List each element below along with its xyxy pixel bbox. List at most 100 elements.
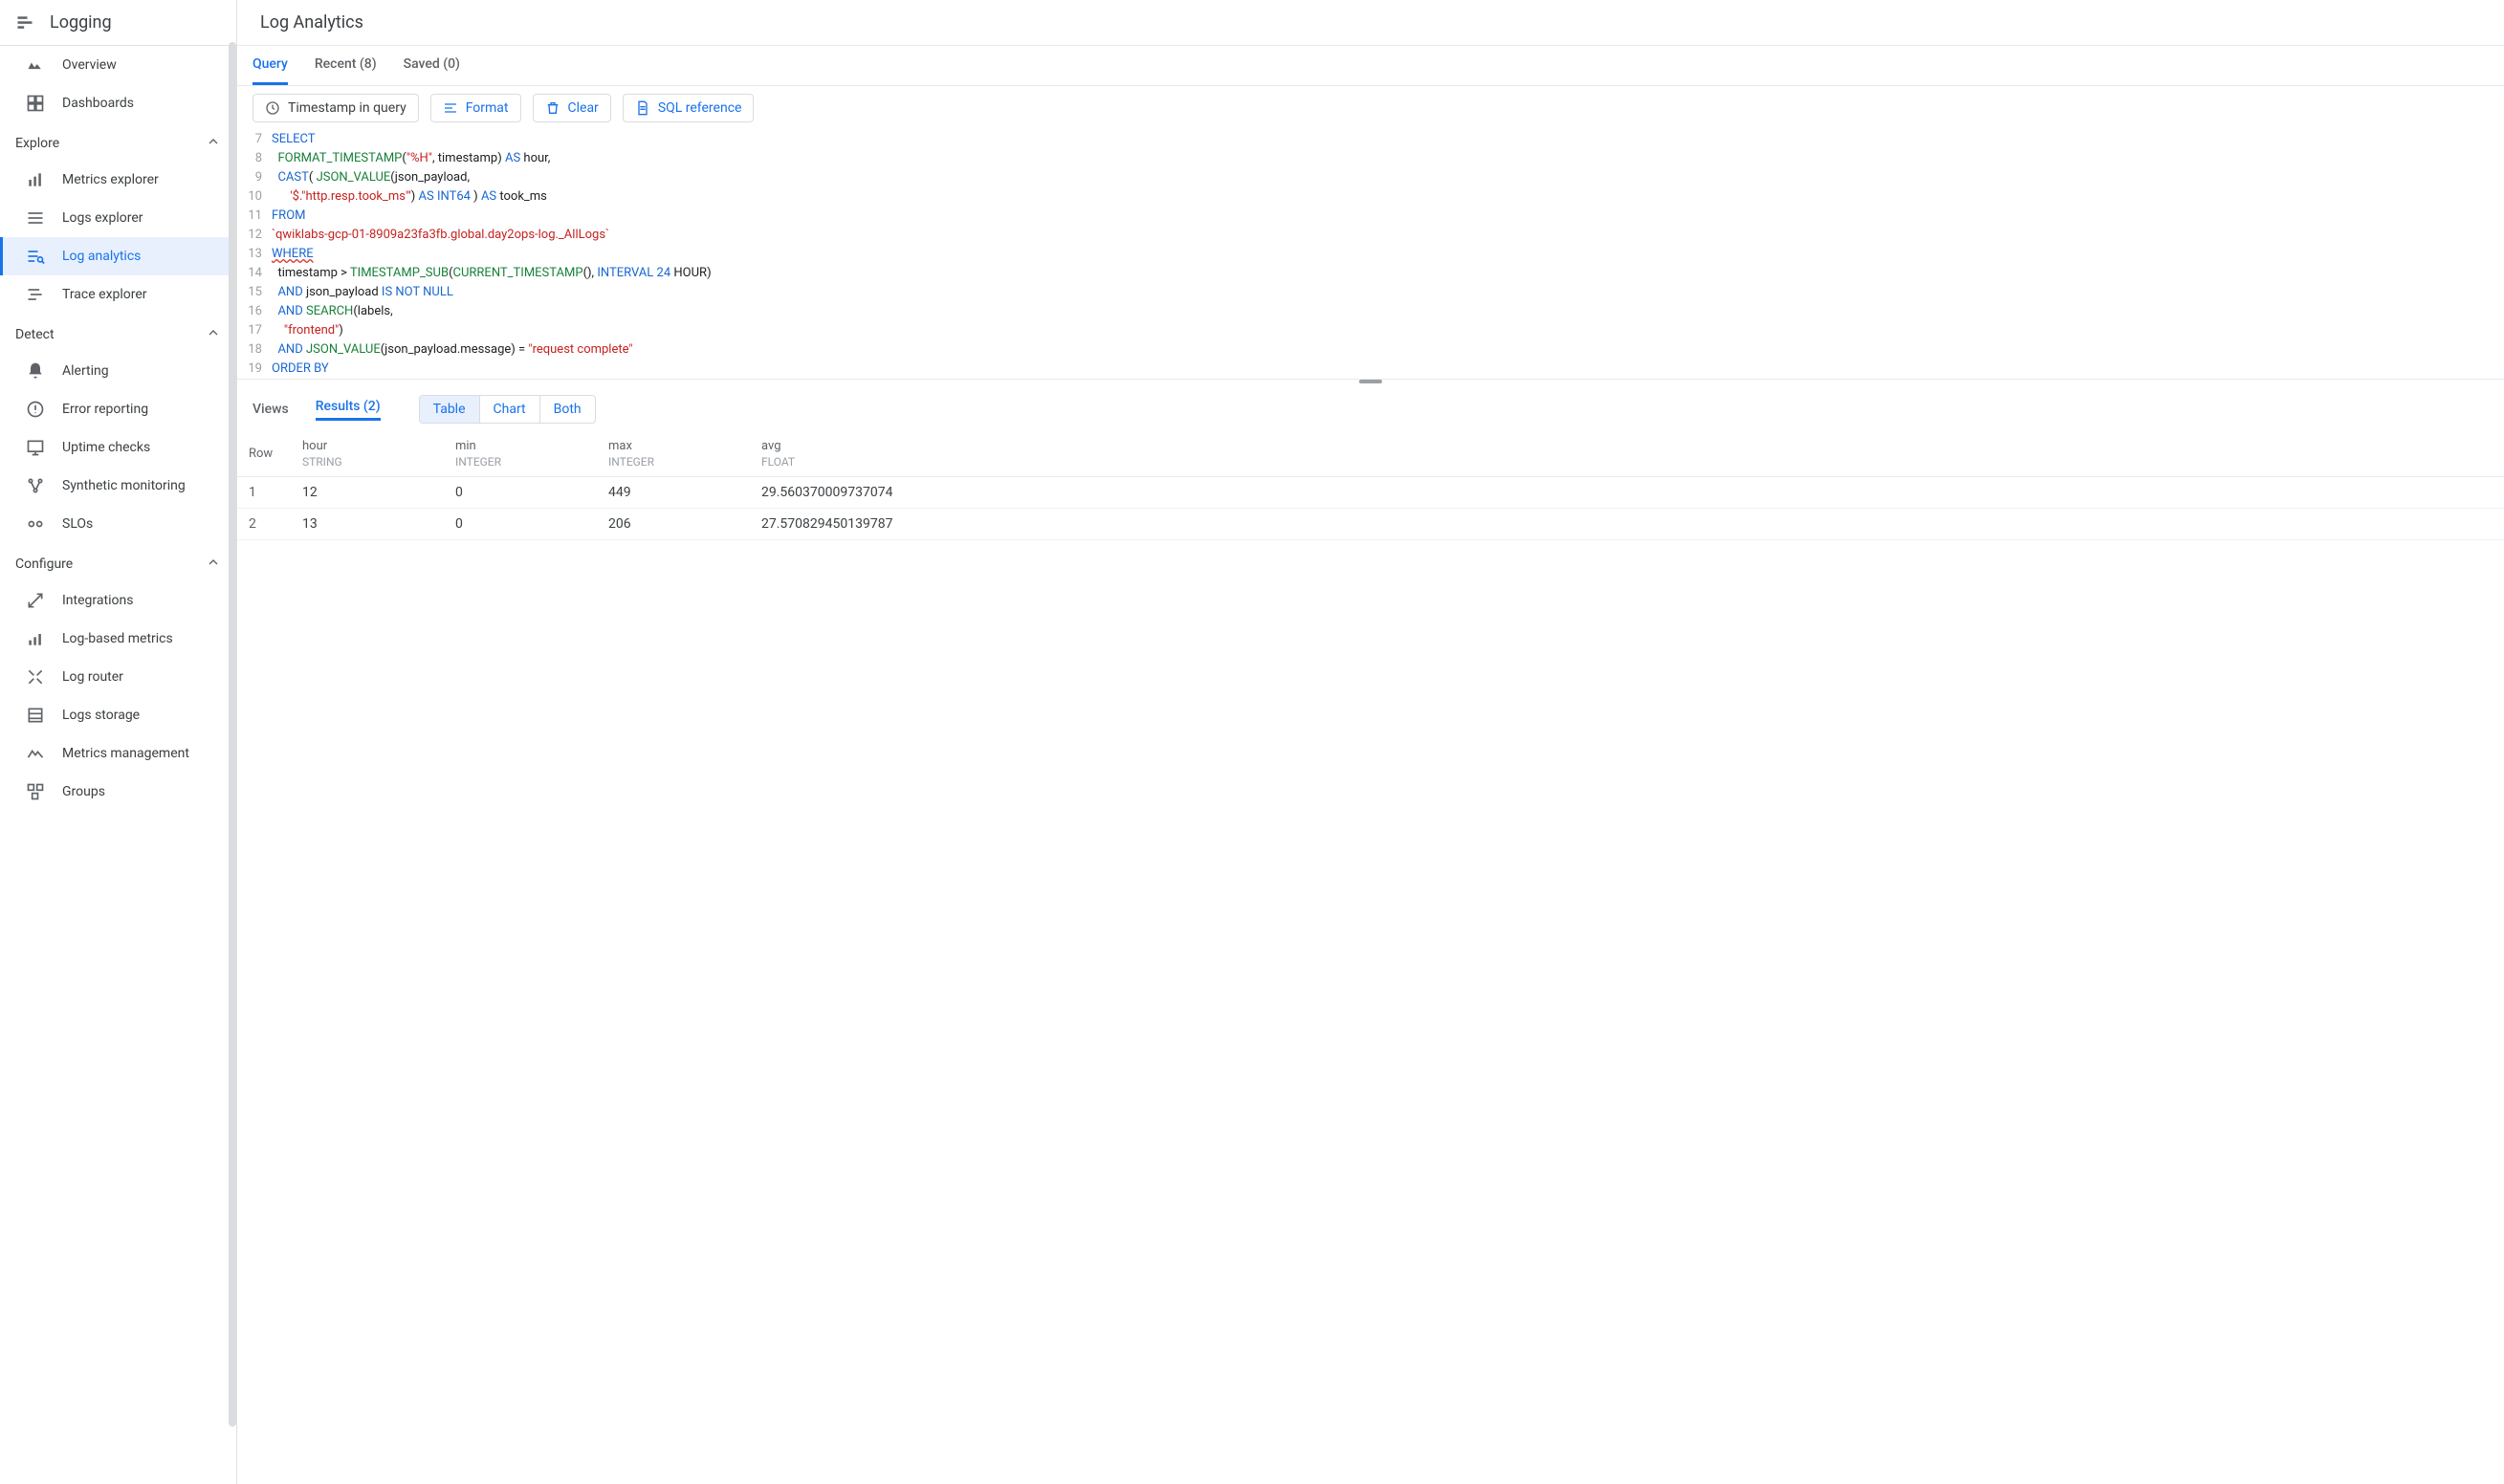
chevron-up-icon: [206, 134, 221, 153]
line-number: 16: [237, 302, 272, 321]
line-number: 9: [237, 168, 272, 187]
sidebar-item-label: Overview: [62, 57, 117, 73]
code-line[interactable]: FROM: [272, 207, 2504, 226]
editor-resize-handle[interactable]: [237, 380, 2504, 387]
seg-chart[interactable]: Chart: [479, 396, 539, 423]
sidebar-item-logs-explorer[interactable]: Logs explorer: [0, 199, 236, 237]
sidebar-item-logs-storage[interactable]: Logs storage: [0, 696, 236, 734]
code-line[interactable]: ORDER BY: [272, 360, 2504, 379]
slos-icon: [26, 514, 45, 534]
sidebar-item-label: Groups: [62, 784, 105, 799]
column-type: STRING: [302, 455, 432, 469]
sidebar-scrollbar[interactable]: [229, 42, 236, 1427]
clear-button-label: Clear: [568, 100, 599, 116]
sidebar-item-trace-explorer[interactable]: Trace explorer: [0, 275, 236, 314]
sidebar-section-explore[interactable]: Explore: [0, 122, 236, 161]
chevron-up-icon: [206, 555, 221, 574]
results-header: Views Results (2) Table Chart Both: [237, 387, 2504, 431]
column-header-avg[interactable]: avgFLOAT: [750, 431, 2504, 477]
sidebar-item-slos[interactable]: SLOs: [0, 505, 236, 543]
code-line[interactable]: SELECT: [272, 130, 2504, 149]
sidebar-item-label: Log analytics: [62, 249, 141, 264]
cell-max: 206: [597, 509, 750, 540]
cell-hour: 12: [291, 477, 444, 509]
trace-icon: [26, 285, 45, 304]
clear-button[interactable]: Clear: [533, 94, 611, 122]
timestamp-chip[interactable]: Timestamp in query: [253, 94, 419, 122]
code-line[interactable]: timestamp > TIMESTAMP_SUB(CURRENT_TIMEST…: [272, 264, 2504, 283]
line-number: 15: [237, 283, 272, 302]
tab-recent[interactable]: Recent (8): [315, 46, 377, 85]
seg-both[interactable]: Both: [539, 396, 595, 423]
table-row[interactable]: 213020627.570829450139787: [237, 509, 2504, 540]
sidebar-item-error-reporting[interactable]: Error reporting: [0, 390, 236, 428]
router-icon: [26, 667, 45, 687]
product-title: Logging: [50, 12, 112, 33]
groups-icon: [26, 782, 45, 801]
sidebar-section-detect[interactable]: Detect: [0, 314, 236, 352]
sidebar-item-metrics-explorer[interactable]: Metrics explorer: [0, 161, 236, 199]
column-header-hour[interactable]: hourSTRING: [291, 431, 444, 477]
sidebar-item-overview[interactable]: Overview: [0, 46, 236, 84]
clock-icon: [265, 100, 280, 116]
sidebar-item-log-router[interactable]: Log router: [0, 658, 236, 696]
code-line[interactable]: '$."http.resp.took_ms"') AS INT64 ) AS t…: [272, 187, 2504, 207]
sidebar-item-integrations[interactable]: Integrations: [0, 581, 236, 620]
timestamp-chip-label: Timestamp in query: [288, 100, 406, 116]
sidebar-item-log-based-metrics[interactable]: Log-based metrics: [0, 620, 236, 658]
format-button[interactable]: Format: [430, 94, 521, 122]
code-line[interactable]: WHERE: [272, 245, 2504, 264]
tab-query[interactable]: Query: [253, 46, 288, 85]
metricsmgmt-icon: [26, 744, 45, 763]
sidebar-item-log-analytics[interactable]: Log analytics: [0, 237, 236, 275]
format-button-label: Format: [466, 100, 509, 116]
results-tab-results[interactable]: Results (2): [316, 399, 381, 421]
sidebar-item-label: Log router: [62, 669, 123, 685]
column-header-min[interactable]: minINTEGER: [444, 431, 597, 477]
line-number: 18: [237, 340, 272, 360]
code-line[interactable]: `qwiklabs-gcp-01-8909a23fa3fb.global.day…: [272, 226, 2504, 245]
line-number: 7: [237, 130, 272, 149]
sidebar-item-synthetic-monitoring[interactable]: Synthetic monitoring: [0, 467, 236, 505]
sidebar-item-alerting[interactable]: Alerting: [0, 352, 236, 390]
integrations-icon: [26, 591, 45, 610]
sidebar-item-label: Dashboards: [62, 96, 134, 111]
sql-editor[interactable]: 7SELECT8 FORMAT_TIMESTAMP("%H", timestam…: [237, 130, 2504, 380]
sidebar-item-label: Alerting: [62, 363, 109, 379]
column-header-row[interactable]: Row: [237, 431, 291, 477]
cell-hour: 13: [291, 509, 444, 540]
uptime-icon: [26, 438, 45, 457]
column-type: INTEGER: [455, 455, 585, 469]
sql-reference-button[interactable]: SQL reference: [623, 94, 755, 122]
query-toolbar: Timestamp in query Format Clear SQL refe…: [237, 86, 2504, 130]
line-number: 12: [237, 226, 272, 245]
sidebar-item-uptime-checks[interactable]: Uptime checks: [0, 428, 236, 467]
trash-icon: [545, 100, 560, 116]
column-header-max[interactable]: maxINTEGER: [597, 431, 750, 477]
sql-reference-label: SQL reference: [658, 100, 742, 116]
overview-icon: [26, 55, 45, 75]
sidebar-item-dashboards[interactable]: Dashboards: [0, 84, 236, 122]
code-line[interactable]: AND SEARCH(labels,: [272, 302, 2504, 321]
format-icon: [443, 100, 458, 116]
line-number: 13: [237, 245, 272, 264]
sidebar-item-metrics-management[interactable]: Metrics management: [0, 734, 236, 773]
tab-saved[interactable]: Saved (0): [404, 46, 460, 85]
line-number: 19: [237, 360, 272, 379]
sidebar-item-groups[interactable]: Groups: [0, 773, 236, 811]
cell-row: 2: [237, 509, 291, 540]
sidebar-section-configure[interactable]: Configure: [0, 543, 236, 581]
seg-table[interactable]: Table: [420, 396, 479, 423]
code-line[interactable]: AND JSON_VALUE(json_payload.message) = "…: [272, 340, 2504, 360]
code-line[interactable]: "frontend"): [272, 321, 2504, 340]
code-line[interactable]: AND json_payload IS NOT NULL: [272, 283, 2504, 302]
chevron-up-icon: [206, 325, 221, 344]
sidebar-section-title: Explore: [15, 136, 59, 151]
code-line[interactable]: FORMAT_TIMESTAMP("%H", timestamp) AS hou…: [272, 149, 2504, 168]
results-tab-views[interactable]: Views: [253, 402, 289, 417]
sidebar-item-label: Trace explorer: [62, 287, 147, 302]
table-row[interactable]: 112044929.560370009737074: [237, 477, 2504, 509]
line-number: 11: [237, 207, 272, 226]
column-type: FLOAT: [761, 455, 2493, 469]
code-line[interactable]: CAST( JSON_VALUE(json_payload,: [272, 168, 2504, 187]
